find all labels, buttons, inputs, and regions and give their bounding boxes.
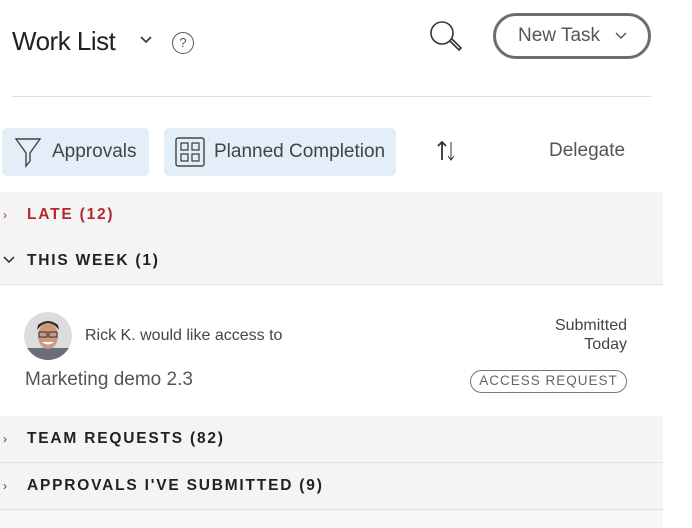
sort-icon[interactable] bbox=[436, 140, 458, 162]
chevron-right-icon: › bbox=[3, 479, 7, 493]
new-task-button[interactable]: New Task bbox=[493, 13, 651, 59]
section-this-week[interactable]: THIS WEEK (1) bbox=[0, 238, 663, 285]
section-team-requests[interactable]: › TEAM REQUESTS (82) bbox=[0, 416, 663, 463]
section-label: TEAM REQUESTS (82) bbox=[27, 430, 225, 447]
search-icon[interactable] bbox=[428, 20, 464, 54]
divider bbox=[12, 96, 651, 97]
section-label: APPROVALS I'VE SUBMITTED (9) bbox=[27, 477, 324, 494]
section-approvals-submitted[interactable]: › APPROVALS I'VE SUBMITTED (9) bbox=[0, 463, 663, 510]
chevron-down-icon bbox=[0, 254, 27, 268]
section-label: THIS WEEK (1) bbox=[27, 252, 160, 269]
page-title[interactable]: Work List bbox=[12, 26, 116, 57]
section-label: LATE (12) bbox=[27, 206, 115, 223]
chevron-right-icon: › bbox=[3, 432, 7, 446]
approvals-label: Approvals bbox=[52, 141, 137, 162]
request-text: Rick K. would like access to bbox=[85, 327, 283, 344]
new-task-label: New Task bbox=[518, 25, 601, 46]
submitted-status: Submitted Today bbox=[555, 316, 627, 354]
filter-icon bbox=[14, 138, 42, 168]
chevron-down-icon bbox=[615, 32, 627, 39]
project-name[interactable]: Marketing demo 2.3 bbox=[25, 369, 193, 391]
planned-completion-label: Planned Completion bbox=[214, 141, 386, 162]
status-date: Today bbox=[584, 336, 627, 353]
avatar bbox=[24, 312, 72, 360]
list-footer bbox=[0, 510, 663, 528]
help-icon[interactable]: ? bbox=[172, 32, 194, 54]
chevron-right-icon: › bbox=[3, 208, 7, 222]
access-request-badge: ACCESS REQUEST bbox=[470, 370, 627, 393]
approvals-filter-button[interactable]: Approvals bbox=[2, 128, 149, 176]
planned-completion-button[interactable]: Planned Completion bbox=[164, 128, 396, 176]
section-late[interactable]: › LATE (12) bbox=[0, 192, 663, 239]
delegate-button[interactable]: Delegate bbox=[549, 140, 625, 162]
chevron-down-icon[interactable] bbox=[138, 33, 154, 47]
status-line: Submitted bbox=[554, 317, 627, 334]
grid-icon bbox=[175, 137, 205, 167]
